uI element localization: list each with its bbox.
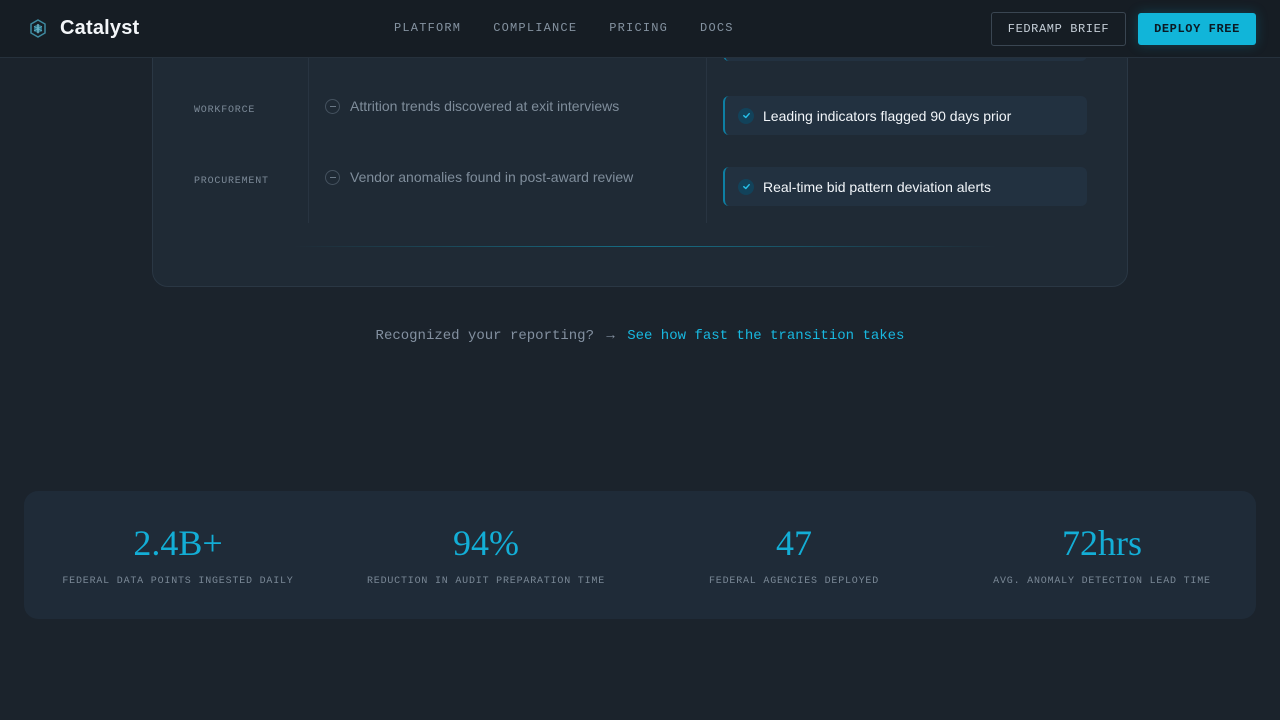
stat-label: REDUCTION IN AUDIT PREPARATION TIME [366,576,606,587]
fedramp-brief-button[interactable]: FEDRAMP BRIEF [991,12,1126,46]
minus-circle-icon [325,98,340,114]
stat-item: 72hrs AVG. ANOMALY DETECTION LEAD TIME [948,491,1256,619]
nav-platform[interactable]: PLATFORM [394,21,461,35]
legacy-outcome: Vendor anomalies found in post-award rev… [325,169,633,185]
stat-value: 47 [776,523,812,563]
legacy-outcome-text: Vendor anomalies found in post-award rev… [350,169,634,185]
primary-nav: PLATFORM COMPLIANCE PRICING DOCS [394,21,766,35]
stats-panel: 2.4B+ FEDERAL DATA POINTS INGESTED DAILY… [24,491,1256,619]
nav-compliance[interactable]: COMPLIANCE [493,21,577,35]
stat-item: 47 FEDERAL AGENCIES DEPLOYED [640,491,948,619]
transition-link[interactable]: See how fast the transition takes [627,328,904,344]
transition-cta: Recognized your reporting? → See how fas… [0,328,1280,344]
stat-label: AVG. ANOMALY DETECTION LEAD TIME [993,576,1211,587]
arrow-right-icon: → [606,328,615,344]
site-header: Catalyst PLATFORM COMPLIANCE PRICING DOC… [0,0,1280,58]
stat-value: 94% [453,523,519,563]
deploy-free-button[interactable]: DEPLOY FREE [1138,13,1256,45]
improved-outcome: Real-time bid pattern deviation alerts [723,167,1087,206]
stat-label: FEDERAL AGENCIES DEPLOYED [708,576,880,587]
legacy-outcome-text: Attrition trends discovered at exit inte… [350,98,620,114]
stat-value: 2.4B+ [133,523,223,563]
brand-name: Catalyst [60,17,140,39]
hexagon-shield-icon [30,18,46,38]
row-label: PROCUREMENT [194,176,269,187]
improved-outcome: Leading indicators flagged 90 days prior [723,96,1087,135]
nav-docs[interactable]: DOCS [700,21,734,35]
check-circle-icon [738,178,754,195]
legacy-outcome: Attrition trends discovered at exit inte… [325,98,619,114]
row-label: WORKFORCE [194,105,256,116]
stat-label: FEDERAL DATA POINTS INGESTED DAILY [62,576,294,587]
accent-divider [293,246,997,247]
stat-value: 72hrs [1062,523,1142,563]
improved-outcome-text: Leading indicators flagged 90 days prior [763,107,1012,124]
stat-item: 2.4B+ FEDERAL DATA POINTS INGESTED DAILY [24,491,332,619]
stat-item: 94% REDUCTION IN AUDIT PREPARATION TIME [332,491,640,619]
cta-prompt: Recognized your reporting? [375,328,594,344]
nav-pricing[interactable]: PRICING [609,21,668,35]
brand-link[interactable]: Catalyst [28,17,139,40]
minus-circle-icon [325,169,340,185]
improved-outcome-text: Real-time bid pattern deviation alerts [763,178,992,195]
check-circle-icon [738,107,754,124]
